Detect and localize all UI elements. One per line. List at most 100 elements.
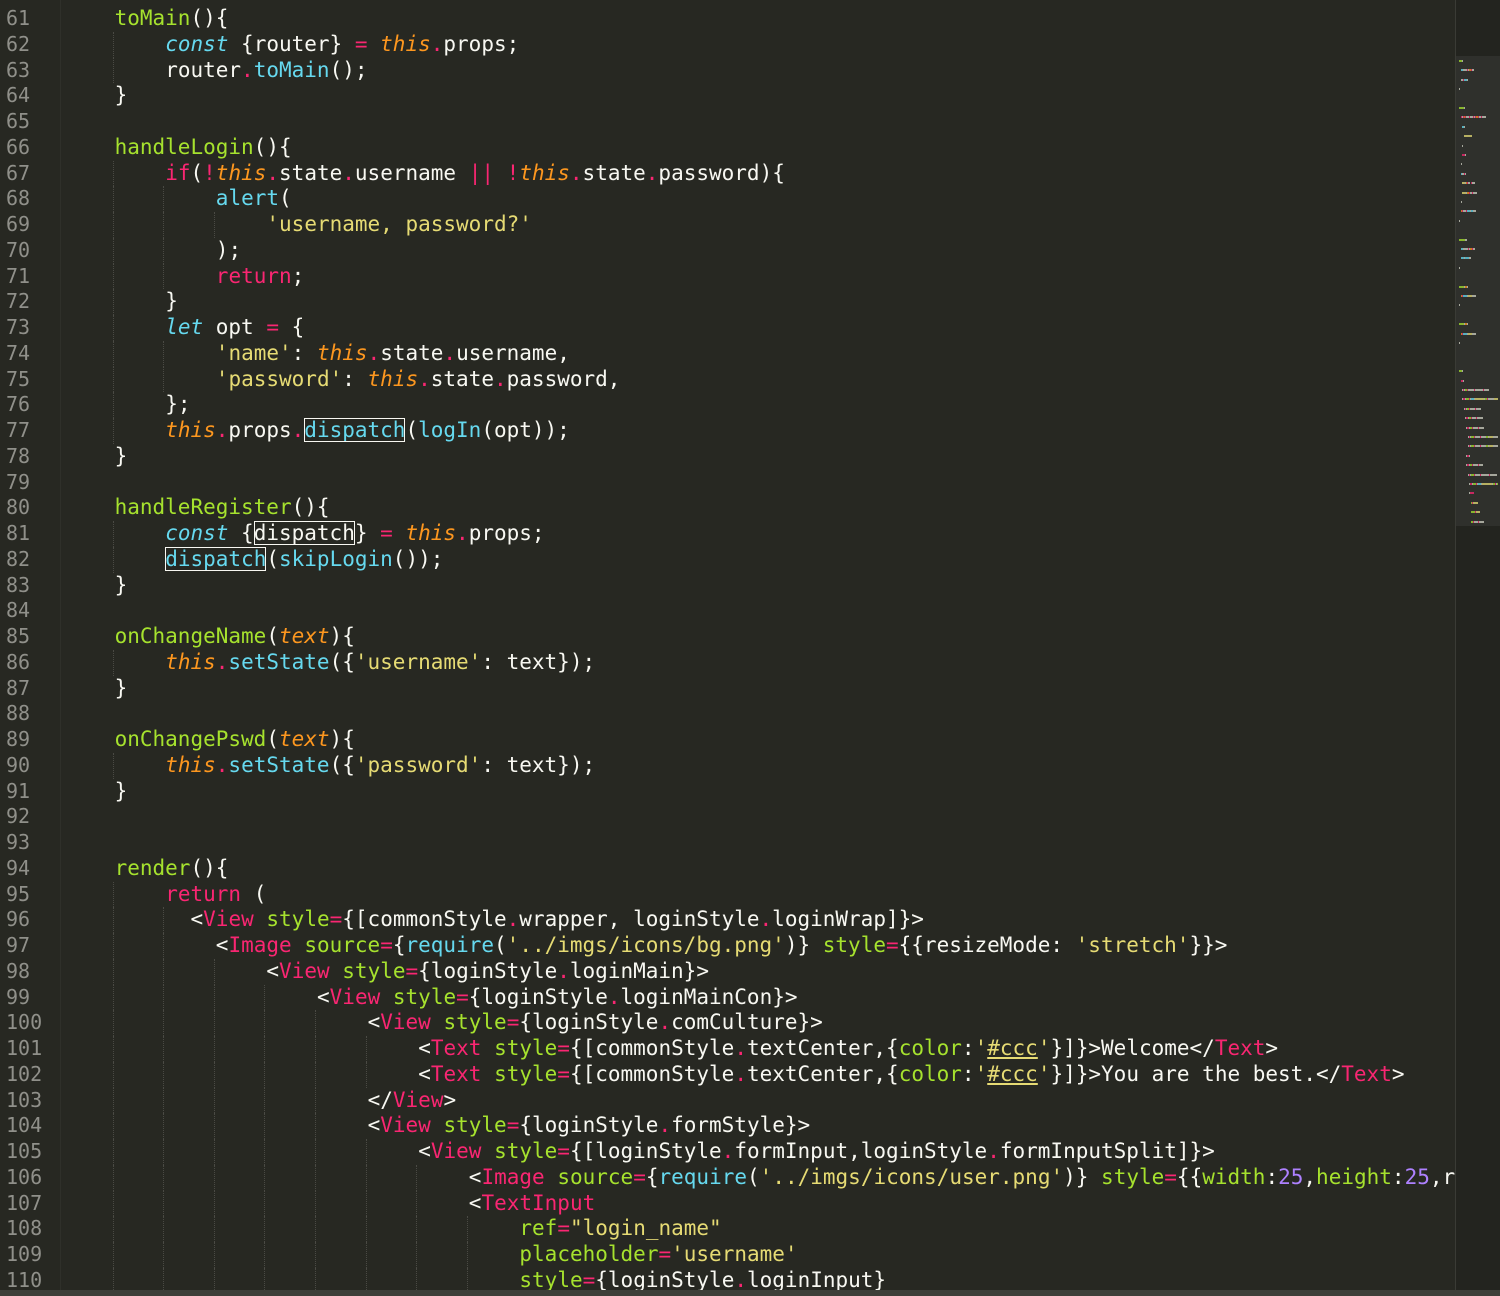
code-line[interactable]: 65 [0,109,1456,135]
code-line[interactable]: 109 placeholder='username' [0,1242,1456,1268]
code-line[interactable]: 85 onChangeName(text){ [0,624,1456,650]
line-text: style={loginStyle.loginInput} [519,1268,886,1290]
code-line[interactable]: 100 <View style={loginStyle.comCulture}> [0,1010,1456,1036]
code-line[interactable]: 93 [0,830,1456,856]
indent-guide [112,1113,114,1139]
code-line[interactable]: 88 [0,701,1456,727]
code-token: (){ [253,134,292,159]
code-line[interactable]: 103 </View> [0,1087,1456,1114]
line-text: alert( [216,186,292,212]
code-line[interactable]: 96 <View style={[commonStyle.wrapper, log… [0,907,1456,933]
minimap-mark [1471,69,1475,72]
code-line[interactable]: 89 onChangePswd(text){ [0,727,1456,753]
code-line[interactable]: 70); [0,237,1456,264]
code-line[interactable]: 73 let opt = { [0,315,1456,341]
code-line[interactable]: 75'password': this.state.password, [0,366,1456,393]
code-token: > [1265,1036,1279,1060]
code-token: style [519,1267,583,1290]
code-line[interactable]: 80 handleRegister(){ [0,495,1456,521]
code-line[interactable]: 67 if(!this.state.username || !this.state… [0,160,1456,187]
code-token: toMain [114,6,191,30]
minimap-mark [1459,266,1461,269]
code-line[interactable]: 62 const {router} = this.props; [0,31,1456,58]
code-line[interactable]: 95 return ( [0,881,1456,908]
code-token: { [392,933,406,957]
code-line[interactable]: 104 <View style={loginStyle.formStyle}> [0,1113,1456,1139]
code-line[interactable]: 63 router.toMain(); [0,57,1456,84]
code-token: this [380,31,431,56]
horizontal-scrollbar[interactable] [0,1290,1500,1296]
code-token: : text}); [481,752,596,777]
code-token: = [329,907,343,932]
indent-guide [264,1164,266,1191]
indent-guide [112,958,114,985]
code-line[interactable]: 78} [0,444,1456,470]
line-number: 81 [6,521,31,545]
code-line[interactable]: 90 this.setState({'password': text}); [0,752,1456,779]
minimap-mark [1463,379,1465,382]
code-token: : [961,1036,975,1060]
code-line[interactable]: 107 <TextInput [0,1190,1456,1217]
code-line[interactable]: 108 ref="login_name" [0,1216,1456,1242]
code-line[interactable]: 97 <Image source={require('../imgs/icons/… [0,933,1456,959]
code-line[interactable]: 76}; [0,392,1456,418]
code-line[interactable]: 84 [0,598,1456,624]
indent-guide [365,1164,367,1191]
code-line[interactable]: 106 <Image source={require('../imgs/icons… [0,1164,1456,1191]
minimap-mark [1497,483,1498,485]
code-line[interactable]: 72} [0,289,1456,315]
code-token: }]}>You are the best.</ [1050,1061,1342,1086]
code-line[interactable]: 83} [0,573,1456,599]
code-token: handleRegister [114,495,292,520]
code-line[interactable]: 99 <View style={loginStyle.loginMainCon}> [0,984,1456,1011]
code-line[interactable]: 71 return; [0,263,1456,290]
code-line[interactable]: 105 <View style={[loginStyle.formInput,lo… [0,1139,1456,1165]
code-line[interactable]: 64} [0,83,1456,109]
minimap-mark [1492,445,1498,448]
code-token: skipLogin [279,546,393,571]
code-line[interactable]: 79 [0,470,1456,496]
minimap-mark [1460,201,1462,203]
code-area[interactable]: 61 toMain(){62 const {router} = this.props… [0,6,1456,1290]
line-number: 77 [6,418,31,442]
code-line[interactable]: 110 style={loginStyle.loginInput} [0,1267,1456,1290]
code-line[interactable]: 92 [0,804,1456,830]
code-line[interactable]: 94 render(){ [0,856,1456,882]
code-line[interactable]: 91} [0,779,1456,805]
code-line[interactable]: 87} [0,676,1456,702]
code-line[interactable]: 86 this.setState({'username': text}); [0,649,1456,676]
code-line[interactable]: 98 <View style={loginStyle.loginMain}> [0,958,1456,985]
code-line[interactable]: 61 toMain(){ [0,6,1456,32]
code-line[interactable]: 68 alert( [0,186,1456,212]
code-token: (){ [190,855,229,880]
code-token: , [1303,1164,1317,1189]
line-text: let opt = { [165,315,304,341]
code-token: props; [443,31,520,56]
code-line[interactable]: 69 'username, password?' [0,212,1456,238]
line-number: 79 [6,469,31,494]
indent-guide [213,984,215,1011]
code-line[interactable]: 102 <Text style={[commonStyle.textCenter,… [0,1061,1456,1088]
code-line[interactable]: 74'name': this.state.username, [0,340,1456,367]
minimap[interactable] [1455,0,1500,1290]
code-token: } [114,83,128,108]
code-token: ( [266,624,279,648]
code-line[interactable]: 101 <Text style={[commonStyle.textCenter,… [0,1036,1456,1062]
code-token: . [418,366,431,391]
code-token: ( [241,881,267,906]
line-text: <View style={[loginStyle.formInput,login… [418,1139,1215,1165]
code-line[interactable]: 77 this.props.dispatch(logIn(opt)); [0,418,1456,444]
indent-guide [315,1061,316,1088]
code-line[interactable]: 82 dispatch(skipLogin()); [0,546,1456,573]
code-token: 'stretch' [1075,933,1190,957]
line-number: 105 [6,1139,43,1163]
code-line[interactable]: 66 handleLogin(){ [0,135,1456,161]
indent-guide [112,1036,114,1062]
code-editor[interactable]: 61 toMain(){62 const {router} = this.props… [0,0,1500,1296]
code-line[interactable]: 81 const {dispatch} = this.props; [0,521,1456,547]
line-text: placeholder='username' [519,1242,797,1268]
code-token: < [215,933,229,957]
